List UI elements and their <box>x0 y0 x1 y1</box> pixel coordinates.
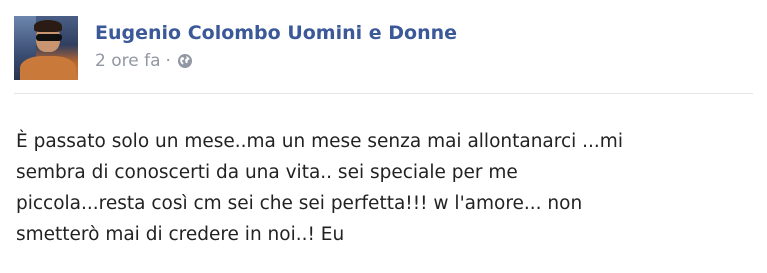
post-timestamp-row: 2 ore fa · <box>95 51 457 71</box>
message-line: È passato solo un mese..ma un mese senza… <box>16 131 623 152</box>
message-line: smetterò mai di credere in noi..! Eu <box>16 224 345 245</box>
post-message: È passato solo un mese..ma un mese senza… <box>16 126 761 250</box>
message-line: piccola...resta così cm sei che sei perf… <box>16 193 583 214</box>
post-timestamp[interactable]: 2 ore fa <box>95 51 161 71</box>
avatar-shirt <box>20 56 76 80</box>
post-meta: Eugenio Colombo Uomini e Donne 2 ore fa … <box>95 16 457 71</box>
message-line: sembra di conoscerti da una vita.. sei s… <box>16 162 518 183</box>
header-divider <box>14 93 753 94</box>
avatar-hair <box>34 20 62 32</box>
post-header: Eugenio Colombo Uomini e Donne 2 ore fa … <box>14 16 457 82</box>
facebook-post: Eugenio Colombo Uomini e Donne 2 ore fa … <box>0 0 767 273</box>
meta-separator: · <box>165 51 171 71</box>
author-avatar[interactable] <box>14 16 78 80</box>
avatar-sunglasses <box>36 34 62 41</box>
globe-icon[interactable] <box>177 53 193 69</box>
author-name-link[interactable]: Eugenio Colombo Uomini e Donne <box>95 21 457 45</box>
